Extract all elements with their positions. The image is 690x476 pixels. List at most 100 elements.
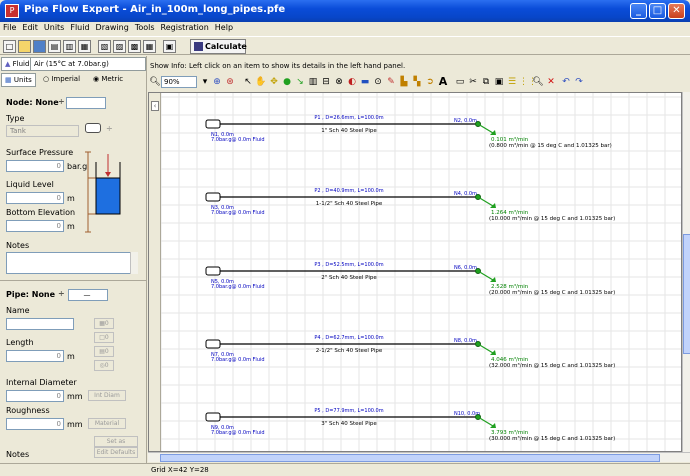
add-pipe-icon[interactable]: ↘ — [294, 76, 306, 88]
flow-value[interactable]: 4.046 m³/min — [491, 356, 529, 363]
horizontal-scroll-thumb[interactable] — [160, 454, 660, 462]
menu-edit[interactable]: Edit — [19, 22, 41, 33]
select-arrow-icon[interactable]: ↖ — [242, 76, 254, 88]
pipe-dims-label[interactable]: P4 , D=62.7mm, L=100.0m — [314, 335, 383, 341]
maximize-button[interactable]: □ — [649, 3, 666, 19]
vertical-scrollbar[interactable] — [682, 92, 690, 452]
start-node-info[interactable]: 7.0bar.g@ 0.0m Fluid — [211, 284, 265, 290]
pipe-style-select[interactable]: — — [68, 289, 108, 301]
zoom-fit-icon[interactable]: ⊛ — [224, 76, 236, 88]
flow-value[interactable]: 0.101 m³/min — [491, 136, 529, 143]
pipe-tool-btn-3[interactable]: ▤0 — [94, 346, 114, 357]
collapse-panel-button[interactable]: ‹ — [149, 93, 161, 451]
roughness-input[interactable]: 0 — [6, 418, 64, 430]
flow-info[interactable]: (10.000 m³/min @ 15 deg C and 1.01325 ba… — [489, 215, 615, 222]
end-node-label[interactable]: N2, 0.0m — [454, 118, 477, 124]
pipe-dims-label[interactable]: P1 , D=26.6mm, L=100.0m — [314, 115, 383, 121]
pipe-tool-btn-4[interactable]: ◎0 — [94, 360, 114, 371]
int-diam-button[interactable]: Int Diam — [88, 390, 126, 401]
move-icon[interactable]: ✥ — [268, 76, 280, 88]
new-file-icon[interactable]: □ — [3, 40, 16, 53]
close-button[interactable]: ✕ — [668, 3, 685, 19]
end-node-label[interactable]: N8, 0.0m — [454, 338, 477, 344]
find-icon[interactable]: 🔍︎ — [532, 76, 544, 88]
pan-hand-icon[interactable]: ✋ — [255, 76, 267, 88]
save-file-icon[interactable] — [33, 40, 46, 53]
demand-arrow-icon[interactable] — [490, 350, 496, 355]
add-pump-icon[interactable]: ⊟ — [320, 76, 332, 88]
surface-pressure-input[interactable]: 0 — [6, 160, 64, 172]
chevron-left-icon[interactable]: ‹ — [151, 101, 159, 111]
menu-fluid[interactable]: Fluid — [67, 22, 92, 33]
type-select[interactable]: Tank — [6, 125, 79, 137]
delete-icon[interactable]: ✕ — [545, 76, 557, 88]
zoom-select[interactable]: 90% — [161, 76, 197, 88]
tank-node[interactable] — [205, 192, 221, 202]
demand-arrow-icon[interactable] — [490, 423, 496, 428]
tank-node[interactable] — [205, 412, 221, 422]
imperial-radio[interactable]: ○ Imperial — [40, 73, 83, 87]
end-node-label[interactable]: N10, 0.0m — [454, 411, 480, 417]
export-icon[interactable]: ▤ — [48, 40, 61, 53]
text-tool-icon[interactable]: A — [437, 76, 449, 88]
pipe-dims-label[interactable]: P5 , D=77.9mm, L=100.0m — [314, 408, 383, 414]
menu-help[interactable]: Help — [212, 22, 236, 33]
notes-scrollbar[interactable] — [130, 252, 138, 274]
menu-registration[interactable]: Registration — [158, 22, 212, 33]
redo-icon[interactable]: ↷ — [573, 76, 585, 88]
pipe-dims-label[interactable]: P3 , D=52.5mm, L=100.0m — [314, 262, 383, 268]
flow-info[interactable]: (30.000 m³/min @ 15 deg C and 1.01325 ba… — [489, 435, 615, 442]
drawing-canvas[interactable]: P1 , D=26.6mm, L=100.0m 1" Sch 40 Steel P… — [148, 92, 682, 452]
pipe-desc-label[interactable]: 1" Sch 40 Steel Pipe — [321, 128, 377, 134]
node-notes-textarea[interactable] — [6, 252, 136, 274]
start-node-info[interactable]: 7.0bar.g@ 0.0m Fluid — [211, 210, 265, 216]
metric-radio[interactable]: ◉ Metric — [90, 73, 126, 87]
units-tab[interactable]: ▦ Units — [1, 73, 36, 87]
menu-drawing[interactable]: Drawing — [93, 22, 132, 33]
bottom-elevation-input[interactable]: 0 — [6, 220, 64, 232]
pipe-tool-btn-2[interactable]: □0 — [94, 332, 114, 343]
cut-icon[interactable]: ✂ — [467, 76, 479, 88]
flow-info[interactable]: (32.000 m³/min @ 15 deg C and 1.01325 ba… — [489, 362, 615, 369]
add-valve-icon[interactable]: ◐ — [346, 76, 358, 88]
add-pressure-icon[interactable]: ⊙ — [372, 76, 384, 88]
add-tank-icon[interactable]: ▥ — [307, 76, 319, 88]
grid-icon[interactable]: ⋮⋮ — [519, 76, 537, 88]
undo-icon[interactable]: ↶ — [560, 76, 572, 88]
print-preview-icon[interactable]: ▥ — [63, 40, 76, 53]
start-node-info[interactable]: 7.0bar.g@ 0.0m Fluid — [211, 430, 265, 436]
tank-node[interactable] — [205, 339, 221, 349]
minimize-button[interactable]: _ — [630, 3, 647, 19]
fluid-value[interactable]: Air (15°C at 7.0bar.g) — [30, 57, 146, 71]
length-input[interactable]: 0 — [6, 350, 64, 362]
end-node-label[interactable]: N4, 0.0m — [454, 191, 477, 197]
results-grid-icon[interactable]: ▩ — [128, 40, 141, 53]
liquid-level-input[interactable]: 0 — [6, 192, 64, 204]
edit-defaults-button[interactable]: Edit Defaults — [94, 447, 138, 458]
fluid-tab[interactable]: ▲ Fluid — [1, 57, 34, 71]
flow-value[interactable]: 1.264 m³/min — [491, 209, 529, 216]
paint-icon[interactable]: ▙ — [398, 76, 410, 88]
paste-icon[interactable]: ▣ — [493, 76, 505, 88]
dropdown-arrow-icon[interactable]: ▾ — [199, 76, 211, 88]
menu-units[interactable]: Units — [41, 22, 67, 33]
tank-node[interactable] — [205, 266, 221, 276]
flow-info[interactable]: (0.800 m³/min @ 15 deg C and 1.01325 bar… — [489, 142, 612, 149]
add-demand-icon[interactable]: ▬ — [359, 76, 371, 88]
align-icon[interactable]: ☰ — [506, 76, 518, 88]
node-name-input[interactable] — [66, 97, 106, 109]
set-as-default-button[interactable]: Set as Default — [94, 436, 138, 454]
type-spinner[interactable]: ÷ — [106, 124, 113, 133]
pipe-desc-label[interactable]: 3" Sch 40 Steel Pipe — [321, 421, 377, 427]
pdf-report-icon[interactable]: ▧ — [98, 40, 111, 53]
material-button[interactable]: Material — [88, 418, 126, 429]
pipe-tool-btn-1[interactable]: ▦0 — [94, 318, 114, 329]
flow-value[interactable]: 3.793 m³/min — [491, 429, 529, 436]
pipe-desc-label[interactable]: 2" Sch 40 Steel Pipe — [321, 275, 377, 281]
flow-value[interactable]: 2.528 m³/min — [491, 283, 529, 290]
excel-report-icon[interactable]: ▨ — [113, 40, 126, 53]
flow-info[interactable]: (20.000 m³/min @ 15 deg C and 1.01325 ba… — [489, 289, 615, 296]
open-file-icon[interactable] — [18, 40, 31, 53]
internal-diameter-input[interactable]: 0 — [6, 390, 64, 402]
pipe-diagram[interactable]: P1 , D=26.6mm, L=100.0m 1" Sch 40 Steel P… — [149, 93, 682, 452]
